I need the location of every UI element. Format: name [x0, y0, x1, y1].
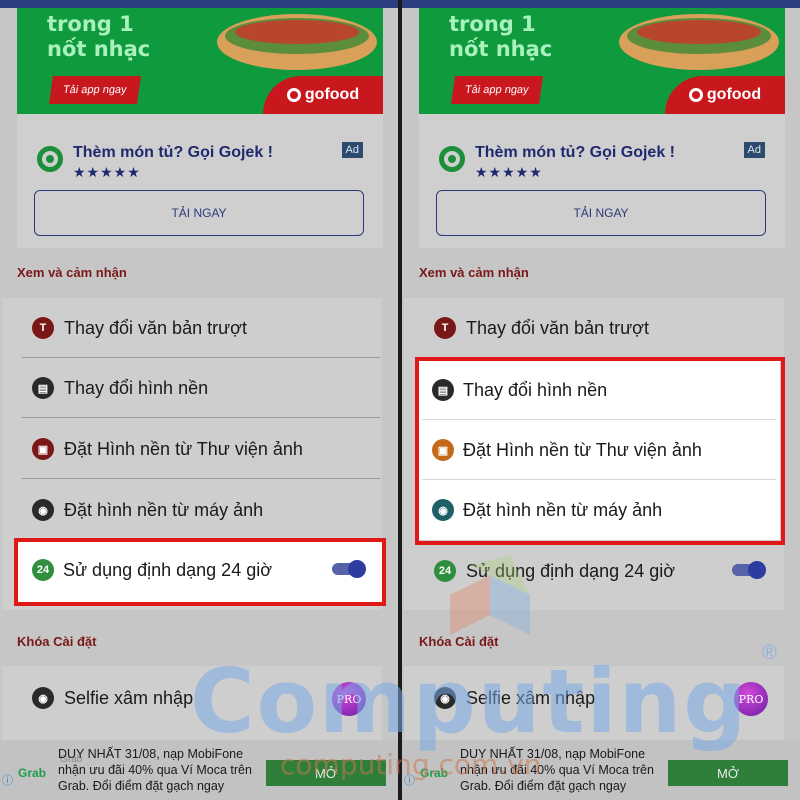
- bottom-ad: ⓘ Grab Grab DUY NHẤT 31/08, nạp MobiFone…: [0, 740, 398, 800]
- info-icon[interactable]: ⓘ: [2, 772, 13, 788]
- grab-logo: Grab: [18, 766, 47, 780]
- item-wallpaper-camera[interactable]: ◉ Đặt hình nền từ máy ảnh: [2, 480, 382, 540]
- banner-text: trong 1 nốt nhạc: [47, 12, 150, 62]
- status-bar: [0, 0, 398, 8]
- item-label: Đặt hình nền từ máy ảnh: [463, 499, 663, 520]
- item-change-wallpaper[interactable]: ▤ Thay đổi hình nền: [2, 358, 382, 418]
- gojek-logo-icon: [37, 146, 63, 172]
- ad-card: Thèm món tủ? Gọi Gojek ! ★★★★★ Ad TẢI NG…: [419, 114, 785, 248]
- ad-rating-stars: ★★★★★: [475, 164, 543, 180]
- banner-line-2: nốt nhạc: [47, 37, 151, 61]
- bottom-ad-text: DUY NHẤT 31/08, nạp MobiFone nhận ưu đãi…: [58, 747, 252, 793]
- toggle-24h[interactable]: [732, 561, 766, 579]
- toggle-knob: [748, 561, 766, 579]
- pro-badge: PRO: [332, 682, 366, 716]
- screenshot-left: trong 1 nốt nhạc Tải app ngay gofood Thè…: [0, 0, 398, 800]
- pro-badge: PRO: [734, 682, 768, 716]
- item-label: Đặt Hình nền từ Thư viện ảnh: [64, 438, 303, 459]
- gallery-icon: ▣: [32, 438, 54, 460]
- status-bar: [402, 0, 800, 8]
- bottom-ad: ⓘ Grab DUY NHẤT 31/08, nạp MobiFone nhận…: [402, 740, 800, 800]
- divider: [22, 478, 380, 479]
- item-change-wallpaper[interactable]: ▤ Thay đổi hình nền: [418, 360, 780, 420]
- camera-icon: ◉: [32, 499, 54, 521]
- lock-settings-list: ◉ Selfie xâm nhập PRO: [2, 666, 382, 740]
- lock-settings-list: ◉ Selfie xâm nhập PRO: [404, 666, 784, 740]
- item-use-24h-highlight[interactable]: 24 Sử dụng định dạng 24 giờ: [16, 540, 384, 602]
- sandwich-image: [619, 14, 779, 70]
- ad-title: Thèm món tủ? Gọi Gojek !: [475, 144, 675, 161]
- wallpaper-options-highlight: ▤ Thay đổi hình nền ▣ Đặt Hình nền từ Th…: [418, 360, 780, 540]
- open-button[interactable]: MỞ: [668, 760, 788, 786]
- clock-24-icon: 24: [434, 560, 456, 582]
- item-wallpaper-gallery[interactable]: ▣ Đặt Hình nền từ Thư viện ảnh: [2, 419, 382, 479]
- item-use-24h[interactable]: 24 Sử dụng định dạng 24 giờ: [16, 540, 384, 600]
- banner-line-1: trong 1: [47, 12, 134, 36]
- image-icon: ▤: [32, 377, 54, 399]
- section-title-view: Xem và cảm nhận: [17, 265, 127, 280]
- item-label: Thay đổi văn bản trượt: [466, 317, 649, 338]
- gofood-logo: gofood: [263, 76, 383, 114]
- gofood-brand: gofood: [706, 86, 762, 103]
- banner-cta[interactable]: Tải app ngay: [451, 76, 543, 104]
- item-selfie-intrusion[interactable]: ◉ Selfie xâm nhập PRO: [404, 668, 784, 728]
- gofood-logo: gofood: [665, 76, 785, 114]
- grab-logo: Grab: [420, 766, 449, 780]
- banner-line-1: trong 1: [449, 12, 536, 36]
- camera-icon: ◉: [32, 687, 54, 709]
- item-label: Thay đổi văn bản trượt: [64, 317, 247, 338]
- ad-badge: Ad: [743, 142, 765, 158]
- ad-badge: Ad: [341, 142, 363, 158]
- item-change-scroll-text[interactable]: T Thay đổi văn bản trượt: [404, 298, 784, 358]
- image-icon: ▤: [432, 379, 454, 401]
- item-wallpaper-gallery[interactable]: ▣ Đặt Hình nền từ Thư viện ảnh: [418, 420, 780, 480]
- item-wallpaper-camera[interactable]: ◉ Đặt hình nền từ máy ảnh: [418, 480, 780, 540]
- toggle-24h[interactable]: [332, 560, 366, 578]
- clock-24-icon: 24: [32, 559, 54, 581]
- camera-icon: ◉: [432, 499, 454, 521]
- gofood-dot-icon: [286, 88, 301, 102]
- section-title-lock: Khóa Cài đặt: [419, 634, 499, 649]
- sandwich-image: [217, 14, 377, 70]
- item-label: Selfie xâm nhập: [466, 687, 596, 708]
- ad-title: Thèm món tủ? Gọi Gojek !: [73, 144, 273, 161]
- item-change-scroll-text[interactable]: T Thay đổi văn bản trượt: [2, 298, 382, 358]
- item-label: Selfie xâm nhập: [64, 687, 194, 708]
- item-label: Đặt hình nền từ máy ảnh: [64, 499, 264, 520]
- camera-icon: ◉: [434, 687, 456, 709]
- section-title-lock: Khóa Cài đặt: [17, 634, 97, 649]
- banner-line-2: nốt nhạc: [449, 37, 553, 61]
- item-selfie-intrusion[interactable]: ◉ Selfie xâm nhập PRO: [2, 668, 382, 728]
- divider: [22, 417, 380, 418]
- ad-card: Thèm món tủ? Gọi Gojek ! ★★★★★ Ad TẢI NG…: [17, 114, 383, 248]
- text-scroll-icon: T: [434, 317, 456, 339]
- bottom-ad-text: DUY NHẤT 31/08, nạp MobiFone nhận ưu đãi…: [460, 747, 654, 793]
- info-icon[interactable]: ⓘ: [404, 772, 415, 788]
- gallery-icon: ▣: [432, 439, 454, 461]
- ad-rating-stars: ★★★★★: [73, 164, 141, 180]
- item-use-24h[interactable]: 24 Sử dụng định dạng 24 giờ: [404, 541, 784, 601]
- text-scroll-icon: T: [32, 317, 54, 339]
- gojek-logo-icon: [439, 146, 465, 172]
- download-now-button[interactable]: TẢI NGAY: [436, 190, 766, 236]
- item-label: Thay đổi hình nền: [463, 379, 608, 400]
- registered-mark: ®: [762, 642, 777, 664]
- banner-text: trong 1 nốt nhạc: [449, 12, 552, 62]
- item-label: Đặt Hình nền từ Thư viện ảnh: [463, 439, 702, 460]
- gofood-banner[interactable]: trong 1 nốt nhạc Tải app ngay gofood: [419, 8, 785, 114]
- item-label: Thay đổi hình nền: [64, 377, 209, 398]
- banner-cta[interactable]: Tải app ngay: [49, 76, 141, 104]
- open-button[interactable]: MỞ: [266, 760, 386, 786]
- gofood-banner[interactable]: trong 1 nốt nhạc Tải app ngay gofood: [17, 8, 383, 114]
- screenshot-right: trong 1 nốt nhạc Tải app ngay gofood Thè…: [402, 0, 800, 800]
- item-label: Sử dụng định dạng 24 giờ: [63, 559, 273, 580]
- download-now-button[interactable]: TẢI NGAY: [34, 190, 364, 236]
- gofood-brand: gofood: [304, 86, 360, 103]
- section-title-view: Xem và cảm nhận: [419, 265, 529, 280]
- toggle-knob: [348, 560, 366, 578]
- item-label: Sử dụng định dạng 24 giờ: [466, 560, 676, 581]
- gofood-dot-icon: [688, 88, 703, 102]
